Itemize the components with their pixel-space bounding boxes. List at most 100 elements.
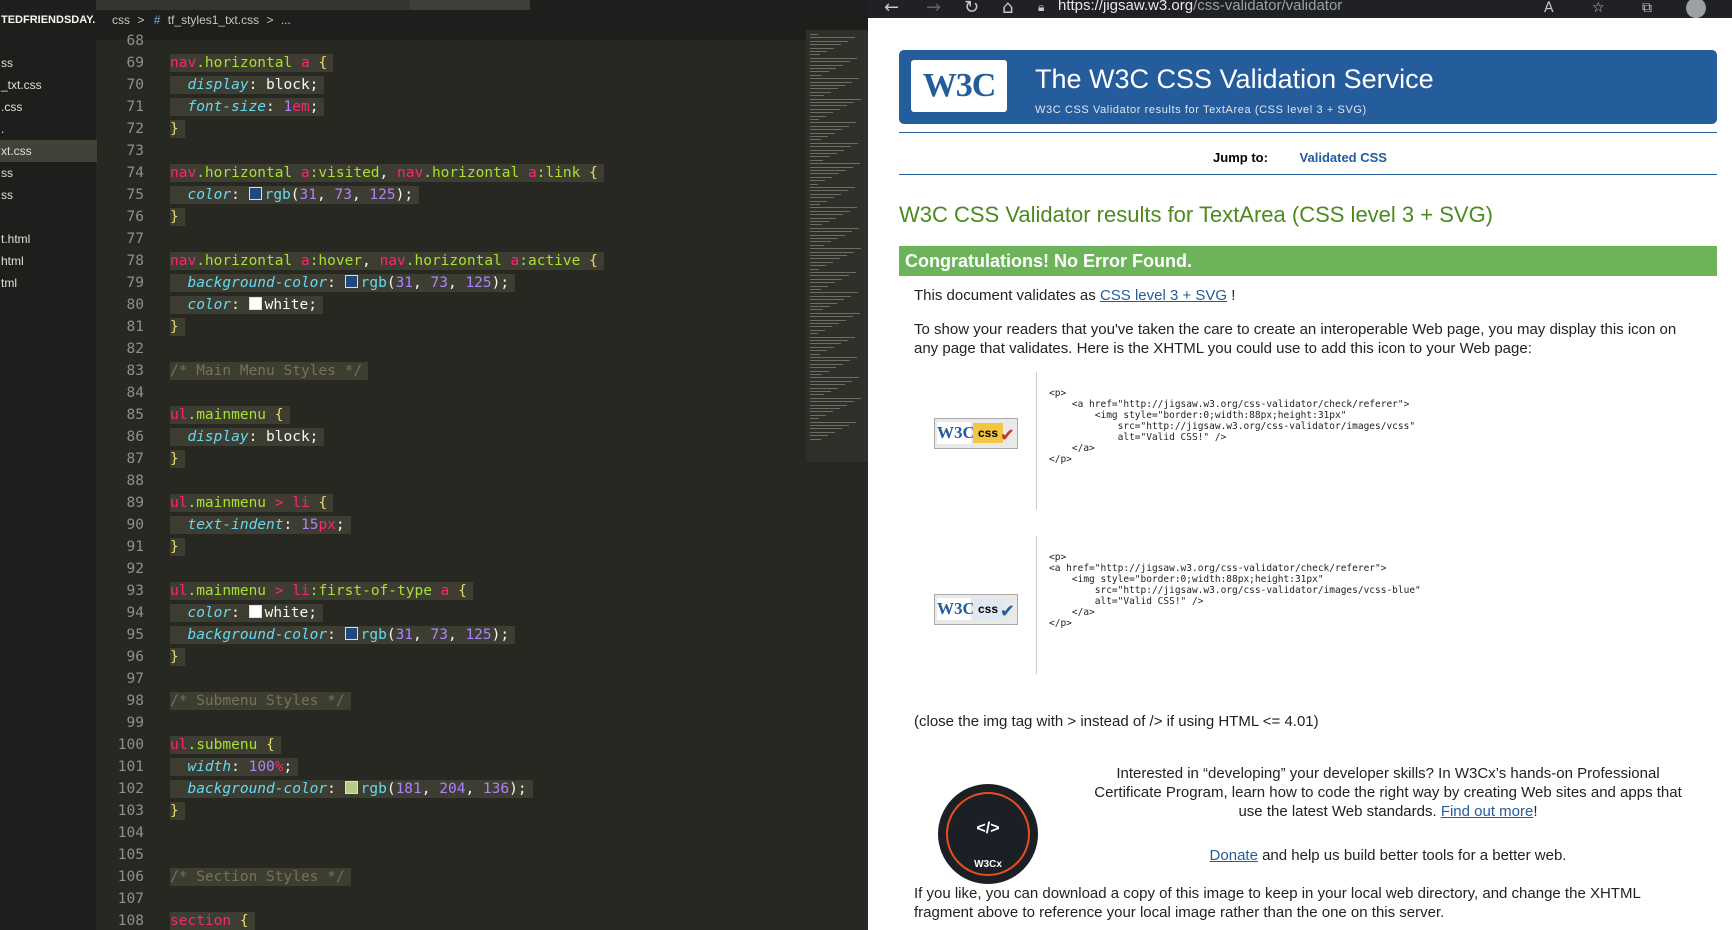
donate-link[interactable]: Donate: [1210, 847, 1258, 864]
minimap-line: [810, 173, 839, 175]
explorer-file-item[interactable]: .: [0, 118, 97, 140]
line-text: display: block;: [170, 74, 325, 96]
explorer-file-item[interactable]: ss: [0, 52, 97, 74]
minimap-line: [810, 112, 833, 114]
explorer-file-item[interactable]: xt.css: [0, 140, 97, 162]
minimap-line: [810, 282, 835, 284]
minimap-line: [810, 88, 838, 90]
minimap-line: [810, 51, 827, 52]
minimap-line: [810, 431, 835, 433]
minimap-line: [810, 190, 848, 192]
minimap-line: [810, 244, 824, 246]
minimap-line: [810, 146, 851, 148]
minimap-line: [810, 329, 825, 331]
minimap-line: [810, 102, 854, 103]
success-banner: Congratulations! No Error Found.: [899, 246, 1717, 276]
read-aloud-icon[interactable]: A: [1544, 0, 1554, 16]
line-text: }: [170, 800, 185, 822]
cert-front-end-icon: </>: [976, 820, 1000, 837]
minimap-line: [810, 221, 829, 222]
minimap[interactable]: [806, 30, 868, 462]
breadcrumb-file[interactable]: tf_styles1_txt.css: [168, 13, 259, 27]
w3c-logo[interactable]: W3C: [911, 60, 1007, 112]
line-number: 77: [126, 231, 144, 247]
line-text: ul.mainmenu {: [170, 404, 290, 426]
reload-icon[interactable]: ↻: [964, 0, 979, 18]
explorer-file-item[interactable]: .css: [0, 96, 97, 118]
minimap-line: [810, 81, 852, 83]
minimap-line: [810, 85, 845, 86]
minimap-line: [810, 299, 844, 301]
code-editor[interactable]: TEDFRIENDSDAY... ss _txt.css .css. xt.css ss…: [0, 0, 868, 930]
breadcrumb-more[interactable]: ...: [281, 13, 291, 27]
minimap-line: [810, 149, 844, 151]
minimap-line: [810, 64, 843, 66]
lock-icon[interactable]: 🔒︎: [1038, 0, 1044, 15]
divider: [899, 132, 1717, 133]
line-text: background-color: rgb(31, 73, 125);: [170, 624, 516, 646]
editor-tab[interactable]: [410, 0, 530, 10]
css-level-link[interactable]: CSS level 3 + SVG: [1100, 287, 1227, 304]
explorer-file-item[interactable]: _txt.css: [0, 74, 97, 96]
css-file-icon: #: [153, 13, 161, 27]
minimap-line: [810, 265, 826, 267]
line-text: display: block;: [170, 426, 325, 448]
forward-arrow-icon[interactable]: →: [926, 0, 941, 18]
line-number: 78: [126, 253, 144, 269]
badge-w3c-text: W3C: [937, 598, 975, 620]
minimap-line: [810, 404, 847, 406]
minimap-line: [810, 193, 841, 195]
code-area[interactable]: 68 69 nav.horizontal a {70 display: block;…: [96, 30, 806, 930]
minimap-line: [810, 214, 843, 216]
minimap-line: [810, 285, 828, 287]
line-number: 80: [126, 297, 144, 313]
badge-css-text: css: [973, 423, 1003, 443]
explorer-title: TEDFRIENDSDAY...: [1, 14, 96, 26]
line-text: background-color: rgb(31, 73, 125);: [170, 272, 516, 294]
blue-badge-code-snippet: <p> <a href="http://jigsaw.w3.org/css-va…: [1036, 536, 1609, 674]
url-bar[interactable]: https://jigsaw.w3.org/css-validator/vali…: [1058, 0, 1538, 16]
minimap-line: [810, 251, 854, 253]
explorer-file-item[interactable]: tml: [0, 272, 97, 294]
minimap-line: [810, 312, 860, 314]
line-number: 85: [126, 407, 144, 423]
check-icon: ✔: [999, 601, 1015, 621]
favorites-icon[interactable]: ☆: [1592, 0, 1605, 16]
minimap-line: [810, 333, 818, 335]
line-text: nav.horizontal a:visited, nav.horizontal…: [170, 162, 604, 184]
donate-text: and help us build better tools for a bet…: [1257, 847, 1567, 864]
jump-validated-css-link[interactable]: Validated CSS: [1300, 150, 1387, 165]
home-icon[interactable]: ⌂: [1002, 0, 1013, 18]
explorer-file-item[interactable]: t.html: [0, 228, 97, 250]
back-arrow-icon[interactable]: ←: [884, 0, 899, 18]
collections-icon[interactable]: ⧉: [1642, 0, 1652, 16]
explorer-file-item[interactable]: html: [0, 250, 97, 272]
valid-css-blue-badge[interactable]: W3C css ✔: [934, 594, 1018, 625]
breadcrumb-sep: >: [266, 13, 274, 27]
minimap-line: [810, 408, 840, 409]
line-number: 86: [126, 429, 144, 445]
url-host: https://jigsaw.w3.org: [1058, 0, 1194, 14]
minimap-line: [810, 411, 833, 413]
line-text: }: [170, 646, 185, 668]
badge-code-snippet: <p> <a href="http://jigsaw.w3.org/css-va…: [1036, 372, 1609, 510]
line-number: 92: [126, 561, 144, 577]
valid-css-badge[interactable]: W3C css ✔: [934, 418, 1018, 449]
breadcrumb-folder[interactable]: css: [112, 13, 130, 27]
minimap-line: [810, 180, 825, 182]
find-out-more-link[interactable]: Find out more: [1441, 803, 1534, 820]
explorer-file-item[interactable]: [0, 206, 97, 228]
validates-suffix: !: [1227, 287, 1236, 304]
minimap-line: [810, 387, 838, 389]
w3cx-certificate-logo[interactable]: </> W3Cx: [938, 784, 1038, 884]
results-heading: W3C CSS Validator results for TextArea (…: [899, 202, 1494, 227]
line-number: 104: [117, 825, 144, 841]
minimap-line: [810, 224, 822, 226]
badge-css-text: css: [973, 599, 1003, 619]
profile-avatar[interactable]: [1686, 0, 1706, 18]
line-number: 70: [126, 77, 144, 93]
line-text: color: rgb(31, 73, 125);: [170, 184, 420, 206]
minimap-line: [810, 40, 848, 42]
explorer-file-item[interactable]: ss: [0, 184, 97, 206]
explorer-file-item[interactable]: ss: [0, 162, 97, 184]
